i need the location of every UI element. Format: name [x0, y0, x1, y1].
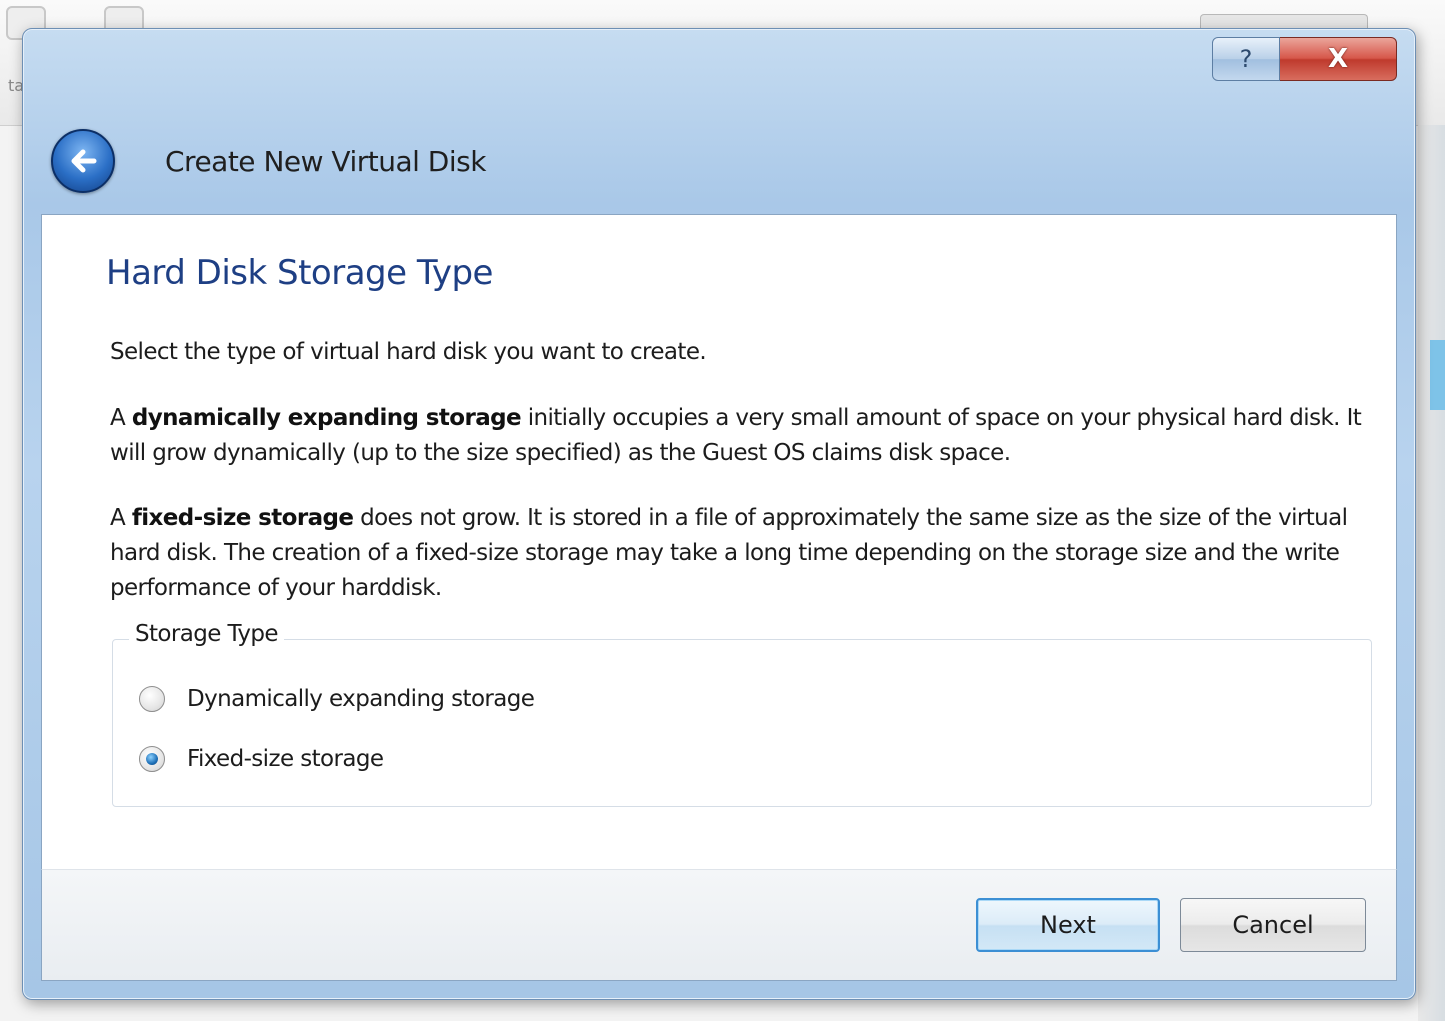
background-right-highlight [1430, 340, 1445, 410]
cancel-button[interactable]: Cancel [1180, 898, 1366, 952]
description-prefix: A [110, 505, 132, 531]
fixed-storage-radio[interactable] [139, 746, 165, 772]
fixed-storage-description: A fixed-size storage does not grow. It i… [110, 501, 1370, 606]
dynamic-storage-term: dynamically expanding storage [131, 405, 522, 431]
storage-type-legend: Storage Type [129, 621, 284, 647]
help-button[interactable]: ? [1212, 37, 1280, 81]
back-button[interactable] [51, 129, 115, 193]
fixed-storage-term: fixed-size storage [131, 505, 354, 531]
next-button[interactable]: Next [976, 898, 1160, 952]
wizard-content-panel: Hard Disk Storage Type Select the type o… [41, 214, 1397, 870]
titlebar-controls: ? X [1212, 37, 1397, 81]
page-heading: Hard Disk Storage Type [106, 253, 493, 293]
close-icon: X [1327, 44, 1349, 74]
back-arrow-icon [71, 149, 97, 173]
radio-selected-dot [146, 753, 158, 765]
dynamic-storage-description: A dynamically expanding storage initiall… [110, 401, 1370, 471]
dynamic-storage-label[interactable]: Dynamically expanding storage [187, 686, 535, 712]
description-prefix: A [110, 405, 132, 431]
wizard-footer: Next Cancel [41, 869, 1397, 981]
close-button[interactable]: X [1280, 37, 1397, 81]
intro-text: Select the type of virtual hard disk you… [110, 339, 707, 365]
dialog-title: Create New Virtual Disk [165, 145, 486, 178]
fixed-storage-option[interactable]: Fixed-size storage [139, 746, 384, 772]
fixed-storage-label[interactable]: Fixed-size storage [187, 746, 384, 772]
storage-type-group: Storage Type Dynamically expanding stora… [112, 621, 1372, 807]
background-right-panel [1418, 125, 1445, 1021]
dynamic-storage-option[interactable]: Dynamically expanding storage [139, 686, 535, 712]
create-virtual-disk-dialog: ? X Create New Virtual Disk Hard Disk St… [22, 28, 1416, 1000]
help-icon: ? [1239, 45, 1253, 73]
dynamic-storage-radio[interactable] [139, 686, 165, 712]
